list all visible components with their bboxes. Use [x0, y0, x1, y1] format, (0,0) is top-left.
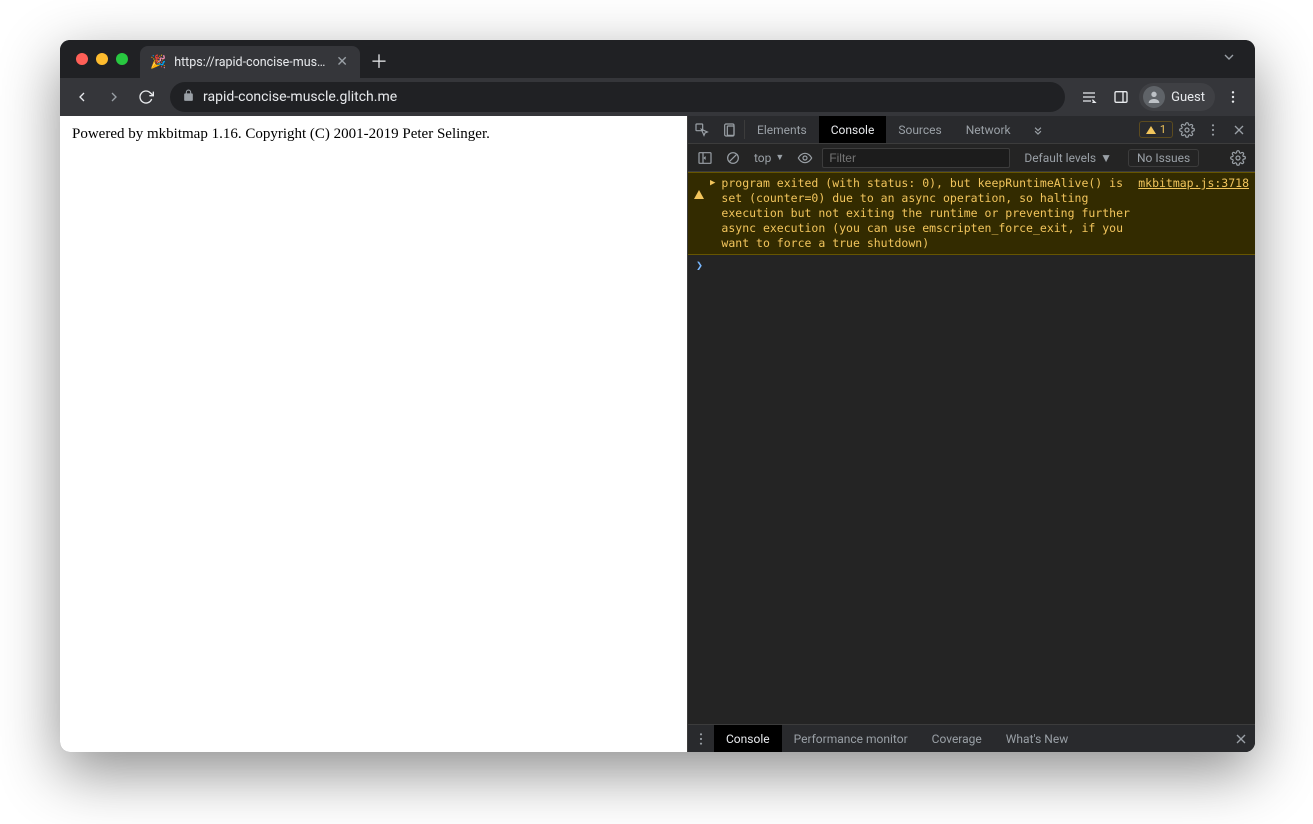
drawer-tab-console[interactable]: Console	[714, 725, 782, 752]
toggle-sidebar-icon[interactable]	[694, 147, 716, 169]
devtools-tab-bar: Elements Console Sources Network 1	[688, 116, 1255, 144]
warnings-badge[interactable]: 1	[1139, 121, 1173, 138]
back-button[interactable]	[68, 83, 96, 111]
log-levels-label: Default levels	[1024, 151, 1096, 165]
maximize-window-button[interactable]	[116, 53, 128, 65]
chevron-down-icon: ▼	[775, 152, 784, 163]
address-bar[interactable]: rapid-concise-muscle.glitch.me	[170, 82, 1065, 112]
tab-title: https://rapid-concise-muscle.g	[174, 55, 326, 70]
devtools-menu-icon[interactable]	[1201, 118, 1225, 142]
profile-label: Guest	[1171, 90, 1205, 105]
drawer-tab-whatsnew[interactable]: What's New	[994, 725, 1080, 752]
clear-console-icon[interactable]	[722, 147, 744, 169]
browser-tab[interactable]: 🎉 https://rapid-concise-muscle.g ✕	[140, 46, 360, 78]
tab-overflow-button[interactable]	[1221, 49, 1247, 69]
message-text: program exited (with status: 0), but kee…	[721, 176, 1132, 251]
message-source-link[interactable]: mkbitmap.js:3718	[1138, 176, 1249, 251]
console-toolbar: top ▼ Default levels ▼ No Issues	[688, 144, 1255, 172]
devtools-close-icon[interactable]	[1227, 118, 1251, 142]
issues-button[interactable]: No Issues	[1128, 149, 1199, 167]
forward-button[interactable]	[100, 83, 128, 111]
log-levels-selector[interactable]: Default levels ▼	[1020, 151, 1116, 165]
warning-icon	[694, 176, 704, 251]
tab-console[interactable]: Console	[819, 116, 887, 143]
content-row: Powered by mkbitmap 1.16. Copyright (C) …	[60, 116, 1255, 752]
tab-network[interactable]: Network	[954, 116, 1023, 143]
context-label: top	[754, 151, 771, 165]
expand-arrow-icon[interactable]: ▶	[710, 178, 715, 251]
live-expression-icon[interactable]	[794, 147, 816, 169]
drawer-menu-button[interactable]	[688, 725, 714, 752]
side-panel-icon[interactable]	[1107, 83, 1135, 111]
new-tab-button[interactable]: ＋	[360, 48, 398, 74]
toolbar-right: Guest	[1075, 83, 1247, 111]
inspect-element-icon[interactable]	[688, 116, 716, 143]
avatar-icon	[1143, 86, 1165, 108]
minimize-window-button[interactable]	[96, 53, 108, 65]
browser-menu-button[interactable]	[1219, 83, 1247, 111]
url-text: rapid-concise-muscle.glitch.me	[203, 89, 1053, 105]
close-window-button[interactable]	[76, 53, 88, 65]
chevron-down-icon: ▼	[1100, 151, 1112, 165]
tab-sources[interactable]: Sources	[886, 116, 953, 143]
window-controls	[68, 53, 140, 65]
drawer-tab-coverage[interactable]: Coverage	[920, 725, 994, 752]
console-warning-message[interactable]: ▶ program exited (with status: 0), but k…	[688, 172, 1255, 255]
devtools-settings-icon[interactable]	[1175, 118, 1199, 142]
drawer-tab-performance-monitor[interactable]: Performance monitor	[782, 725, 920, 752]
console-prompt[interactable]: ❯	[688, 255, 1255, 275]
devtools-panel: Elements Console Sources Network 1	[687, 116, 1255, 752]
page-body-text: Powered by mkbitmap 1.16. Copyright (C) …	[72, 126, 675, 143]
tab-elements[interactable]: Elements	[745, 116, 819, 143]
tabs-overflow-button[interactable]	[1023, 116, 1053, 143]
console-output[interactable]: ▶ program exited (with status: 0), but k…	[688, 172, 1255, 724]
close-tab-button[interactable]: ✕	[334, 54, 350, 70]
console-filter-input[interactable]	[822, 148, 1010, 168]
console-settings-icon[interactable]	[1227, 150, 1249, 166]
reload-button[interactable]	[132, 83, 160, 111]
tab-strip: 🎉 https://rapid-concise-muscle.g ✕ ＋	[60, 40, 1255, 78]
page-viewport[interactable]: Powered by mkbitmap 1.16. Copyright (C) …	[60, 116, 687, 752]
warning-icon	[1146, 126, 1156, 134]
chevron-right-icon: ❯	[696, 258, 703, 272]
lock-icon	[182, 89, 195, 105]
media-control-icon[interactable]	[1075, 83, 1103, 111]
context-selector[interactable]: top ▼	[750, 151, 788, 165]
browser-toolbar: rapid-concise-muscle.glitch.me Guest	[60, 78, 1255, 116]
device-toolbar-icon[interactable]	[716, 116, 744, 143]
favicon-icon: 🎉	[150, 55, 166, 70]
warnings-count: 1	[1160, 123, 1166, 136]
drawer-close-button[interactable]	[1227, 725, 1255, 752]
profile-button[interactable]: Guest	[1139, 83, 1215, 111]
devtools-drawer: Console Performance monitor Coverage Wha…	[688, 724, 1255, 752]
browser-window: 🎉 https://rapid-concise-muscle.g ✕ ＋ rap…	[60, 40, 1255, 752]
